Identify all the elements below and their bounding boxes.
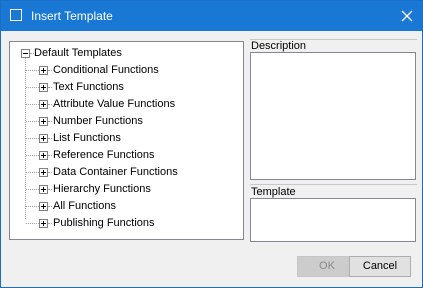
tree-item-number-functions[interactable]: Number Functions <box>10 113 240 130</box>
expand-icon[interactable] <box>39 134 48 143</box>
tree-item-label: All Functions <box>53 200 116 212</box>
tree-item-text-functions[interactable]: Text Functions <box>10 79 240 96</box>
close-icon <box>401 10 413 22</box>
tree-item-conditional-functions[interactable]: Conditional Functions <box>10 62 240 79</box>
tree-item-label: Publishing Functions <box>53 217 155 229</box>
expand-icon[interactable] <box>39 66 48 75</box>
window-title: Insert Template <box>31 9 113 23</box>
divider <box>250 184 417 185</box>
tree-item-hierarchy-functions[interactable]: Hierarchy Functions <box>10 181 240 198</box>
collapse-icon[interactable] <box>21 49 30 58</box>
expand-icon[interactable] <box>39 117 48 126</box>
cancel-button[interactable]: Cancel <box>349 256 411 277</box>
tree-item-label: List Functions <box>53 132 121 144</box>
tree-item-label: Text Functions <box>53 81 124 93</box>
title-bar: Insert Template <box>1 1 422 31</box>
expand-icon[interactable] <box>39 219 48 228</box>
insert-template-dialog: Insert Template Default Templates Condit… <box>0 0 423 288</box>
tree-item-label: Conditional Functions <box>53 64 159 76</box>
expand-icon[interactable] <box>39 83 48 92</box>
tree-item-data-container-functions[interactable]: Data Container Functions <box>10 164 240 181</box>
tree-item-label: Hierarchy Functions <box>53 183 151 195</box>
tree-item-attribute-value-functions[interactable]: Attribute Value Functions <box>10 96 240 113</box>
tree-item-all-functions[interactable]: All Functions <box>10 198 240 215</box>
tree-item-publishing-functions[interactable]: Publishing Functions <box>10 215 240 232</box>
close-button[interactable] <box>392 1 422 31</box>
tree-item-reference-functions[interactable]: Reference Functions <box>10 147 240 164</box>
ok-button[interactable]: OK <box>297 256 357 277</box>
tree-root-label[interactable]: Default Templates <box>34 46 122 60</box>
template-tree[interactable]: Default Templates Conditional Functions … <box>9 41 244 240</box>
tree-item-label: Reference Functions <box>53 149 155 161</box>
tree-item-list-functions[interactable]: List Functions <box>10 130 240 147</box>
tree-item-label: Number Functions <box>53 115 143 127</box>
description-field[interactable] <box>250 52 416 180</box>
window-icon <box>10 9 22 21</box>
template-field[interactable] <box>250 198 416 242</box>
expand-icon[interactable] <box>39 168 48 177</box>
expand-icon[interactable] <box>39 100 48 109</box>
expand-icon[interactable] <box>39 151 48 160</box>
tree-item-label: Attribute Value Functions <box>53 98 176 110</box>
tree-item-label: Data Container Functions <box>53 166 178 178</box>
expand-icon[interactable] <box>39 202 48 211</box>
expand-icon[interactable] <box>39 185 48 194</box>
